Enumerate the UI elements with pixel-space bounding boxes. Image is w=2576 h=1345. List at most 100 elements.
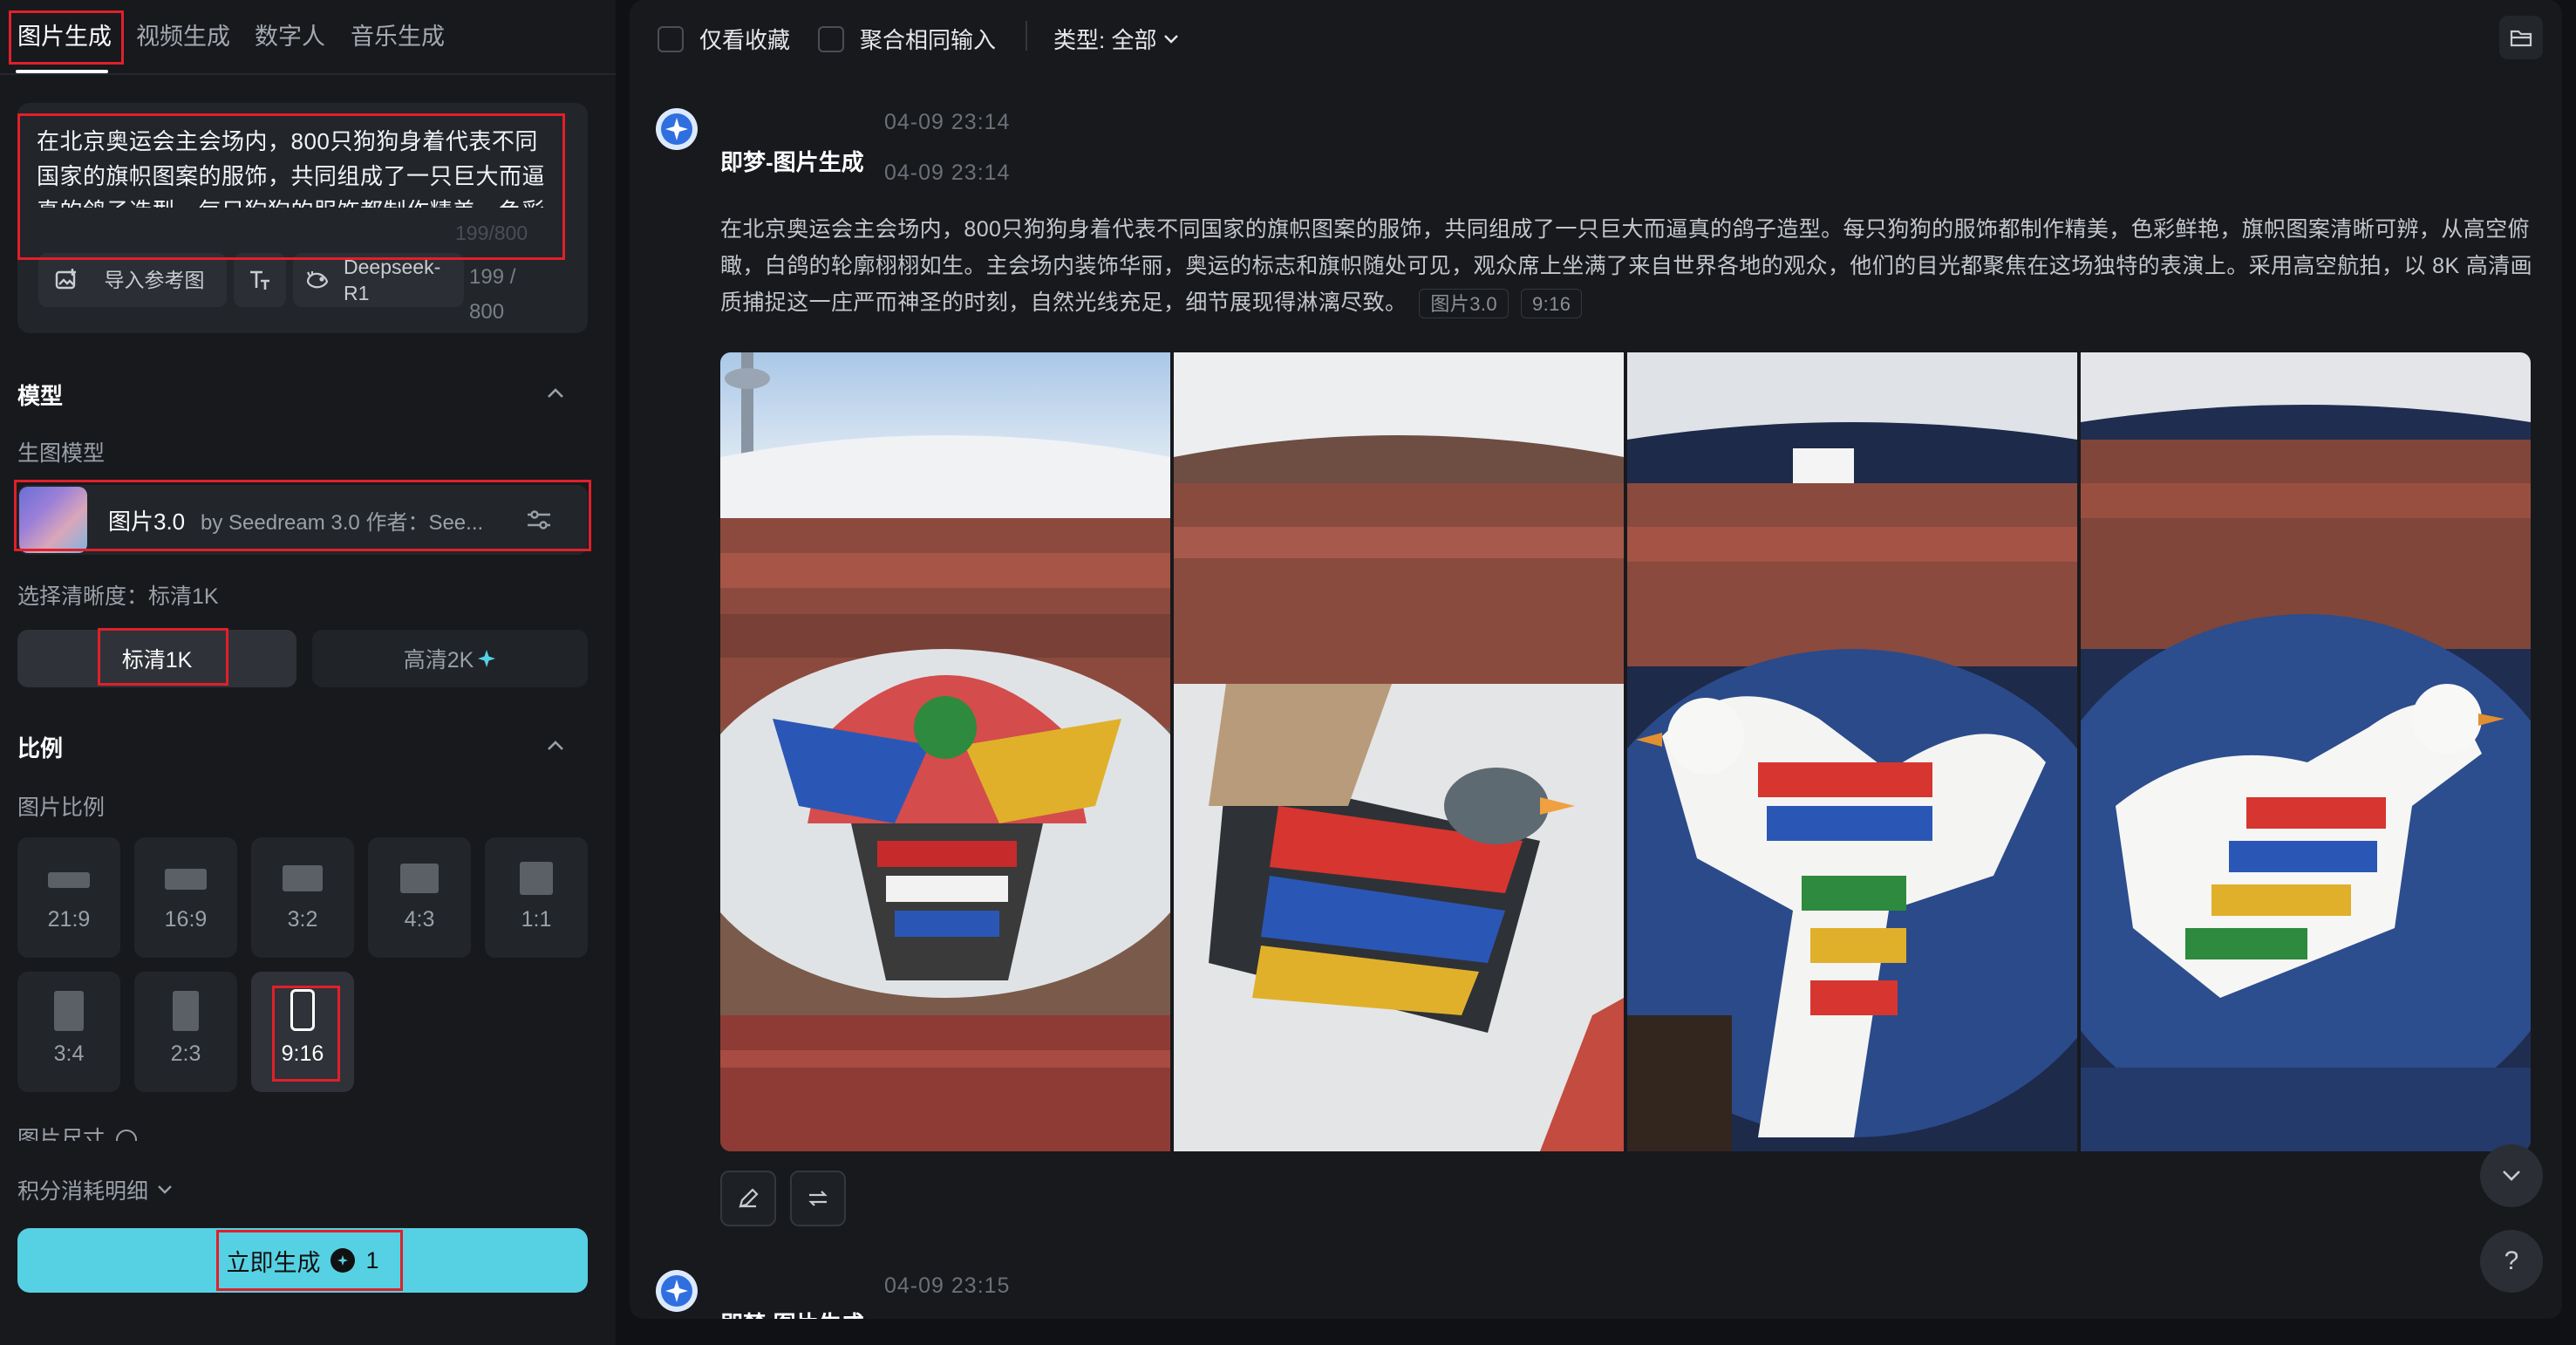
main-panel: 仅看收藏 聚合相同输入 类型: 全部 04-09 23:14 即梦-图片生成 0… <box>630 0 2562 1319</box>
regenerate-button[interactable] <box>790 1171 846 1226</box>
text-style-button[interactable] <box>234 253 286 307</box>
model-name: 图片3.0 <box>108 509 186 535</box>
ratio-9-16[interactable]: 9:16 <box>251 972 354 1092</box>
message-2-title: 即梦-图片生成 <box>720 1307 864 1319</box>
deepseek-label: Deepseek-R1 <box>344 256 441 304</box>
import-reference-button[interactable]: 导入参考图 <box>38 253 227 307</box>
message-prompt: 在北京奥运会主会场内，800只狗狗身着代表不同国家的旗帜图案的服饰，共同组成了一… <box>720 211 2534 321</box>
tag-ratio: 9:16 <box>1521 289 1583 319</box>
chevron-up-icon <box>548 741 563 750</box>
model-author: by Seedream 3.0 作者：See... <box>201 511 484 535</box>
chevron-down-icon <box>158 1185 172 1194</box>
ratio-16-9-label: 16:9 <box>164 907 208 932</box>
ratio-2-3-shape <box>173 991 199 1031</box>
ratio-3-4[interactable]: 3:4 <box>17 972 120 1092</box>
ratio-4-3-label: 4:3 <box>404 907 435 932</box>
ratio-4-3-shape <box>400 864 439 893</box>
favorites-checkbox-box <box>658 25 684 52</box>
star-logo-icon <box>661 113 692 145</box>
ratio-21-9[interactable]: 21:9 <box>17 837 120 958</box>
tab-music-generation[interactable]: 音乐生成 <box>351 19 445 54</box>
ratio-4-3[interactable]: 4:3 <box>368 837 471 958</box>
ratio-21-9-label: 21:9 <box>47 907 91 932</box>
merge-checkbox-box <box>818 25 844 52</box>
ratio-2-3-label: 2:3 <box>170 1041 201 1066</box>
message-prompt-text: 在北京奥运会主会场内，800只狗狗身着代表不同国家的旗帜图案的服饰，共同组成了一… <box>720 217 2533 315</box>
ratio-3-4-label: 3:4 <box>53 1041 85 1066</box>
ratio-1-1-label: 1:1 <box>521 907 552 932</box>
model-sub-label: 生图模型 <box>17 441 106 466</box>
folder-button[interactable] <box>2499 16 2543 59</box>
result-image-4[interactable] <box>2081 352 2531 1151</box>
ratio-9-16-label: 9:16 <box>281 1041 324 1066</box>
generate-cost: 1 <box>365 1246 379 1273</box>
tab-image-generation[interactable]: 图片生成 <box>17 19 112 54</box>
edit-button[interactable] <box>720 1171 776 1226</box>
points-label: 积分消耗明细 <box>17 1179 149 1204</box>
ratio-2-3[interactable]: 2:3 <box>134 972 237 1092</box>
generate-button[interactable]: 立即生成 1 <box>17 1228 588 1293</box>
ratio-3-2-label: 3:2 <box>287 907 318 932</box>
char-count: 199 / 800 <box>469 265 516 324</box>
image-size-label: 图片尺寸 <box>17 1122 137 1141</box>
left-panel: 图片生成 视频生成 数字人 音乐生成 在北京奥运会主会场内，800只狗狗身着代表… <box>0 0 616 1345</box>
quality-hd-2k-button[interactable]: 高清2K <box>312 630 588 687</box>
assistant-avatar <box>656 108 698 150</box>
tag-model: 图片3.0 <box>1419 289 1509 319</box>
chevron-down-icon <box>1164 34 1179 44</box>
ratio-1-1-shape <box>520 862 553 895</box>
result-gallery <box>720 352 2531 1151</box>
tab-video-generation[interactable]: 视频生成 <box>136 19 230 54</box>
collapse-ratio-button[interactable] <box>542 733 569 759</box>
model-settings-button[interactable] <box>523 504 555 536</box>
folder-icon <box>2510 30 2532 47</box>
deepseek-button[interactable]: Deepseek-R1 <box>293 253 464 307</box>
ratio-3-4-shape <box>54 991 84 1031</box>
merge-same-checkbox[interactable]: 聚合相同输入 <box>818 23 996 55</box>
app-root: 图片生成 视频生成 数字人 音乐生成 在北京奥运会主会场内，800只狗狗身着代表… <box>0 0 2576 1345</box>
favorites-only-checkbox[interactable]: 仅看收藏 <box>658 23 790 55</box>
ratio-9-16-shape <box>290 989 315 1031</box>
collapse-model-button[interactable] <box>542 380 569 406</box>
credit-icon <box>331 1248 356 1273</box>
stadium-dove-image <box>1627 352 2077 1151</box>
ratio-3-2[interactable]: 3:2 <box>251 837 354 958</box>
prompt-card: 在北京奥运会主会场内，800只狗狗身着代表不同国家的旗帜图案的服饰，共同组成了一… <box>17 103 588 333</box>
assistant-avatar-2 <box>656 1270 698 1312</box>
sparkle-icon <box>477 649 496 668</box>
tab-digital-human[interactable]: 数字人 <box>255 19 325 54</box>
ratio-1-1[interactable]: 1:1 <box>485 837 588 958</box>
prompt-input[interactable]: 在北京奥运会主会场内，800只狗狗身着代表不同国家的旗帜图案的服饰，共同组成了一… <box>37 124 560 208</box>
type-filter-dropdown[interactable]: 类型: 全部 <box>1053 23 1179 55</box>
ratio-21-9-shape <box>48 872 90 888</box>
sliders-icon <box>528 510 550 529</box>
message-2-timestamp: 04-09 23:15 <box>884 1273 1011 1298</box>
topbar: 仅看收藏 聚合相同输入 类型: 全部 <box>630 0 2562 73</box>
merge-same-label: 聚合相同输入 <box>860 27 997 53</box>
message-title: 即梦-图片生成 <box>720 149 864 175</box>
info-icon <box>115 1130 137 1141</box>
active-tab-indicator <box>16 70 108 73</box>
result-image-3[interactable] <box>1627 352 2077 1151</box>
result-image-2[interactable] <box>1174 352 1624 1151</box>
points-detail-toggle[interactable]: 积分消耗明细 <box>17 1174 173 1205</box>
refresh-icon <box>808 1191 828 1206</box>
stadium-dove-image <box>720 352 1170 1151</box>
ratio-16-9-shape <box>165 869 207 890</box>
star-logo-icon <box>661 1275 692 1307</box>
ratio-16-9[interactable]: 16:9 <box>134 837 237 958</box>
message-timestamp-top: 04-09 23:14 <box>884 110 1011 134</box>
generate-label: 立即生成 <box>226 1249 321 1276</box>
stadium-dove-image <box>2081 352 2531 1151</box>
result-image-1[interactable] <box>720 352 1170 1151</box>
pencil-icon <box>739 1188 759 1208</box>
chevron-down-icon <box>2503 1171 2520 1181</box>
scroll-down-button[interactable] <box>2480 1144 2543 1207</box>
quality-standard-1k-button[interactable]: 标清1K <box>17 630 296 687</box>
stadium-dove-image <box>1174 352 1624 1151</box>
help-button[interactable]: ? <box>2480 1230 2543 1293</box>
ratio-3-2-shape <box>283 865 323 891</box>
ratio-sub-label: 图片比例 <box>17 795 106 820</box>
model-selector[interactable]: 图片3.0 by Seedream 3.0 作者：See... <box>17 485 588 555</box>
message-timestamp: 04-09 23:14 <box>884 160 1011 185</box>
